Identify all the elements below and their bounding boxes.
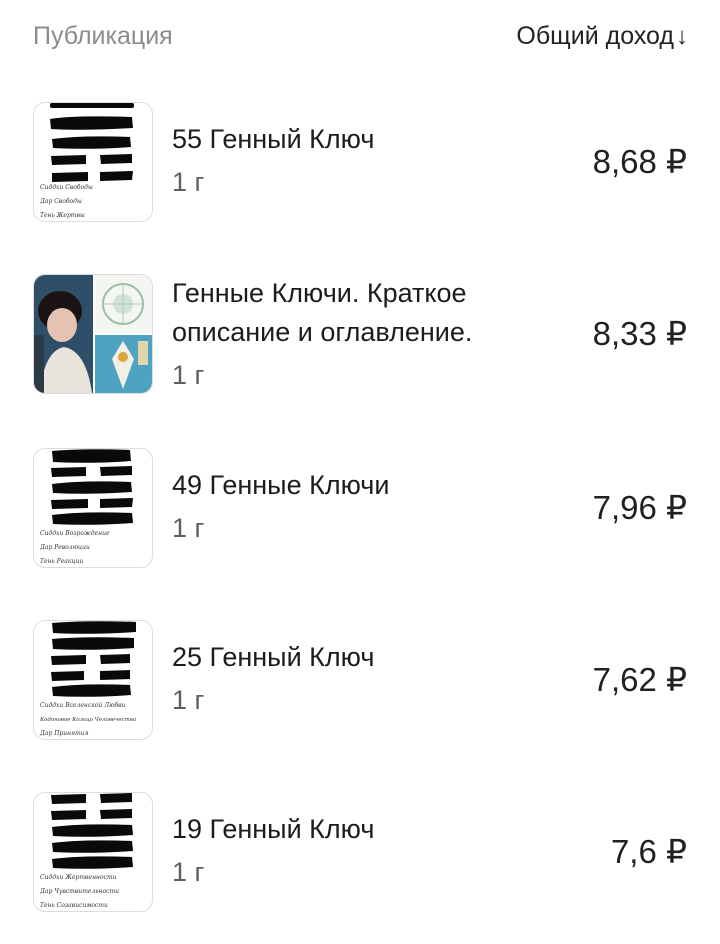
publication-income: 8,68 ₽ [592, 143, 687, 180]
table-header: Публикация Общий доход ↓ [0, 0, 720, 76]
thumb-caption: Дар Свободы [39, 198, 82, 205]
publication-age: 1 г [172, 513, 205, 543]
column-header-publication: Публикация [33, 22, 173, 50]
publication-income: 7,96 ₽ [592, 489, 687, 526]
thumb-caption: Кодоновое Кольцо Человечества [39, 717, 136, 723]
thumb-caption: Тень Реакции [40, 558, 83, 565]
publication-thumbnail [33, 274, 153, 394]
publication-thumbnail: Сиддхи Свободы Дар Свободы Тень Жертвы [33, 102, 153, 222]
sort-by-income-button[interactable]: Общий доход ↓ [516, 22, 688, 51]
publication-thumbnail: Сиддхи Жертвенности Дар Чувствительности… [33, 792, 153, 912]
list-item[interactable]: Сиддхи Свободы Дар Свободы Тень Жертвы 5… [0, 100, 720, 226]
hexagram-image: Сиддхи Возрождение Дар Революции Тень Ре… [39, 449, 133, 565]
collage-image [34, 275, 152, 393]
hexagram-image: Сиддхи Вселенской Любви Кодоновое Кольцо… [39, 621, 136, 737]
publication-thumbnail: Сиддхи Возрождение Дар Революции Тень Ре… [33, 448, 153, 568]
publication-title: 49 Генные Ключи [172, 470, 390, 500]
publication-thumbnail: Сиддхи Вселенской Любви Кодоновое Кольцо… [33, 620, 153, 740]
column-header-income: Общий доход [516, 22, 674, 50]
thumb-caption: Сиддхи Жертвенности [40, 874, 117, 881]
thumb-caption: Дар Революции [39, 544, 90, 551]
list-item[interactable]: Сиддхи Жертвенности Дар Чувствительности… [0, 790, 720, 916]
publication-age: 1 г [172, 685, 205, 715]
publication-title: 19 Генный Ключ [172, 814, 375, 844]
thumb-caption: Тень Созависимости [40, 902, 108, 909]
thumb-caption: Дар Чувствительности [39, 888, 119, 895]
publication-income: 7,6 ₽ [610, 833, 687, 870]
publication-title: 25 Генный Ключ [172, 642, 375, 672]
list-item[interactable]: Сиддхи Возрождение Дар Революции Тень Ре… [0, 446, 720, 572]
income-by-publication-screen: Публикация Общий доход ↓ Сиддхи Свободы … [0, 0, 720, 944]
list-item[interactable]: Сиддхи Вселенской Любви Кодоновое Кольцо… [0, 618, 720, 744]
hexagram-image: Сиддхи Свободы Дар Свободы Тень Жертвы [39, 103, 134, 219]
publication-title: 55 Генный Ключ [172, 124, 375, 154]
publication-info: 19 Генный Ключ 1 г [172, 790, 542, 888]
publication-age: 1 г [172, 167, 205, 197]
thumb-caption: Сиддхи Вселенской Любви [40, 702, 126, 709]
publication-info: 55 Генный Ключ 1 г [172, 100, 542, 198]
publication-info: Генные Ключи. Краткое описание и оглавле… [172, 272, 542, 391]
thumb-caption: Тень Жертвы [40, 212, 85, 219]
publication-income: 8,33 ₽ [592, 315, 687, 352]
thumb-caption: Сиддхи Возрождение [40, 530, 110, 537]
list-item[interactable]: Генные Ключи. Краткое описание и оглавле… [0, 272, 720, 400]
publication-income: 7,62 ₽ [592, 661, 687, 698]
thumb-caption: Сиддхи Свободы [40, 184, 93, 191]
thumb-caption: Дар Принятия [39, 730, 89, 737]
arrow-down-icon: ↓ [676, 22, 688, 50]
publication-info: 25 Генный Ключ 1 г [172, 618, 542, 716]
publication-info: 49 Генные Ключи 1 г [172, 446, 542, 544]
publication-title: Генные Ключи. Краткое описание и оглавле… [172, 278, 473, 347]
hexagram-image: Сиддхи Жертвенности Дар Чувствительности… [39, 793, 133, 909]
publication-age: 1 г [172, 360, 205, 390]
publication-age: 1 г [172, 857, 205, 887]
